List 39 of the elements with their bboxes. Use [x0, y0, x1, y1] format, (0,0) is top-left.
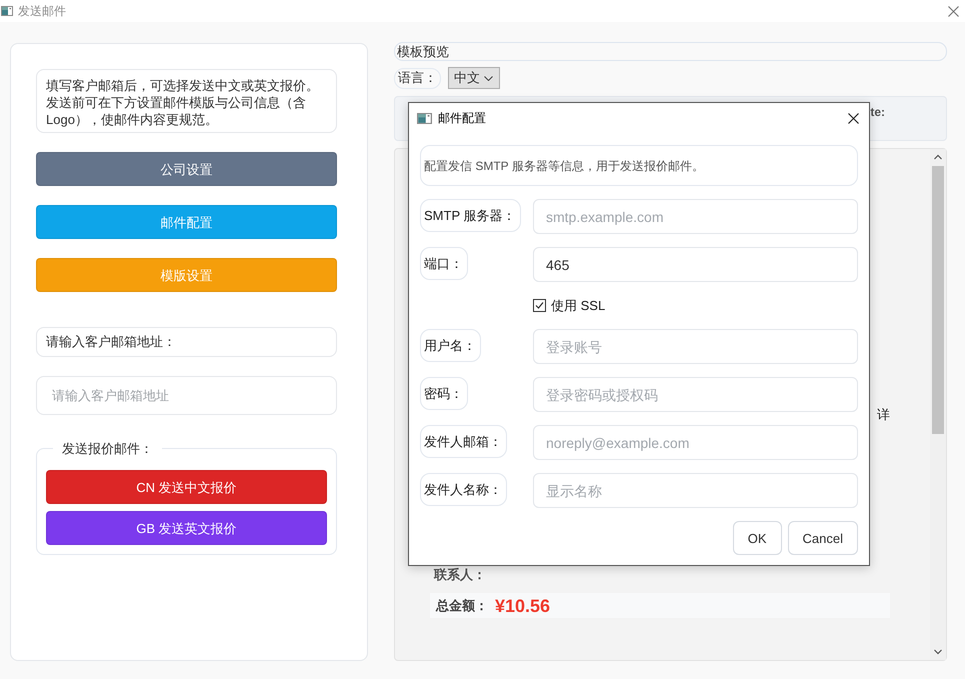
cancel-button[interactable]: Cancel — [788, 521, 858, 555]
field-label: 端口： — [420, 247, 468, 280]
language-select[interactable]: 中文 — [448, 67, 500, 89]
scrollbar-thumb[interactable] — [932, 166, 944, 434]
text-field[interactable]: noreply@example.com — [533, 425, 858, 460]
field-label: SMTP 服务器： — [420, 199, 520, 232]
intro-text: 填写客户邮箱后，可选择发送中文或英文报价。发送前可在下方设置邮件模版与公司信息（含Logo），使邮件内容更规范。 — [36, 69, 337, 133]
group-title: 发送报价邮件： — [53, 441, 162, 456]
window-icon — [417, 112, 432, 124]
field-label: 请输入客户邮箱地址： — [36, 327, 337, 357]
text-field[interactable]: 465 — [533, 247, 858, 282]
action-button[interactable]: 公司设置 — [36, 152, 337, 186]
email-input[interactable]: 请输入客户邮箱地址 — [36, 376, 337, 415]
contact-label: 联系人： — [434, 568, 486, 582]
field-label: 用户名： — [420, 329, 481, 362]
detail-text: 详 — [877, 408, 890, 422]
send-button[interactable]: GB 发送英文报价 — [46, 511, 327, 545]
scrollbar[interactable] — [930, 149, 946, 660]
total-amount: ¥10.56 — [495, 596, 550, 616]
checkbox[interactable] — [533, 298, 546, 312]
total-label: 总金额： — [436, 598, 488, 613]
text-field[interactable]: 登录账号 — [533, 329, 858, 364]
password-field[interactable]: 登录密码或授权码 — [533, 377, 858, 412]
chevron-down-icon — [484, 76, 493, 80]
info-text: 配置发信 SMTP 服务器等信息，用于发送报价邮件。 — [420, 145, 858, 186]
field-label: 密码： — [420, 377, 468, 410]
header-text: te: — [870, 105, 885, 119]
section-title: 模板预览 — [394, 42, 947, 61]
checkbox-label: 使用 SSL — [551, 298, 606, 312]
text-field[interactable]: smtp.example.com — [533, 199, 858, 234]
text-field[interactable]: 显示名称 — [533, 473, 858, 508]
language-label: 语言： — [394, 68, 441, 88]
field-label: 发件人名称： — [420, 473, 507, 506]
window-title: 发送邮件 — [18, 4, 66, 18]
close-icon[interactable] — [848, 112, 859, 124]
send-button[interactable]: CN 发送中文报价 — [46, 470, 327, 504]
ok-button[interactable]: OK — [732, 521, 782, 555]
dialog-title: 邮件配置 — [438, 111, 486, 125]
field-label: 发件人邮箱： — [420, 425, 507, 458]
